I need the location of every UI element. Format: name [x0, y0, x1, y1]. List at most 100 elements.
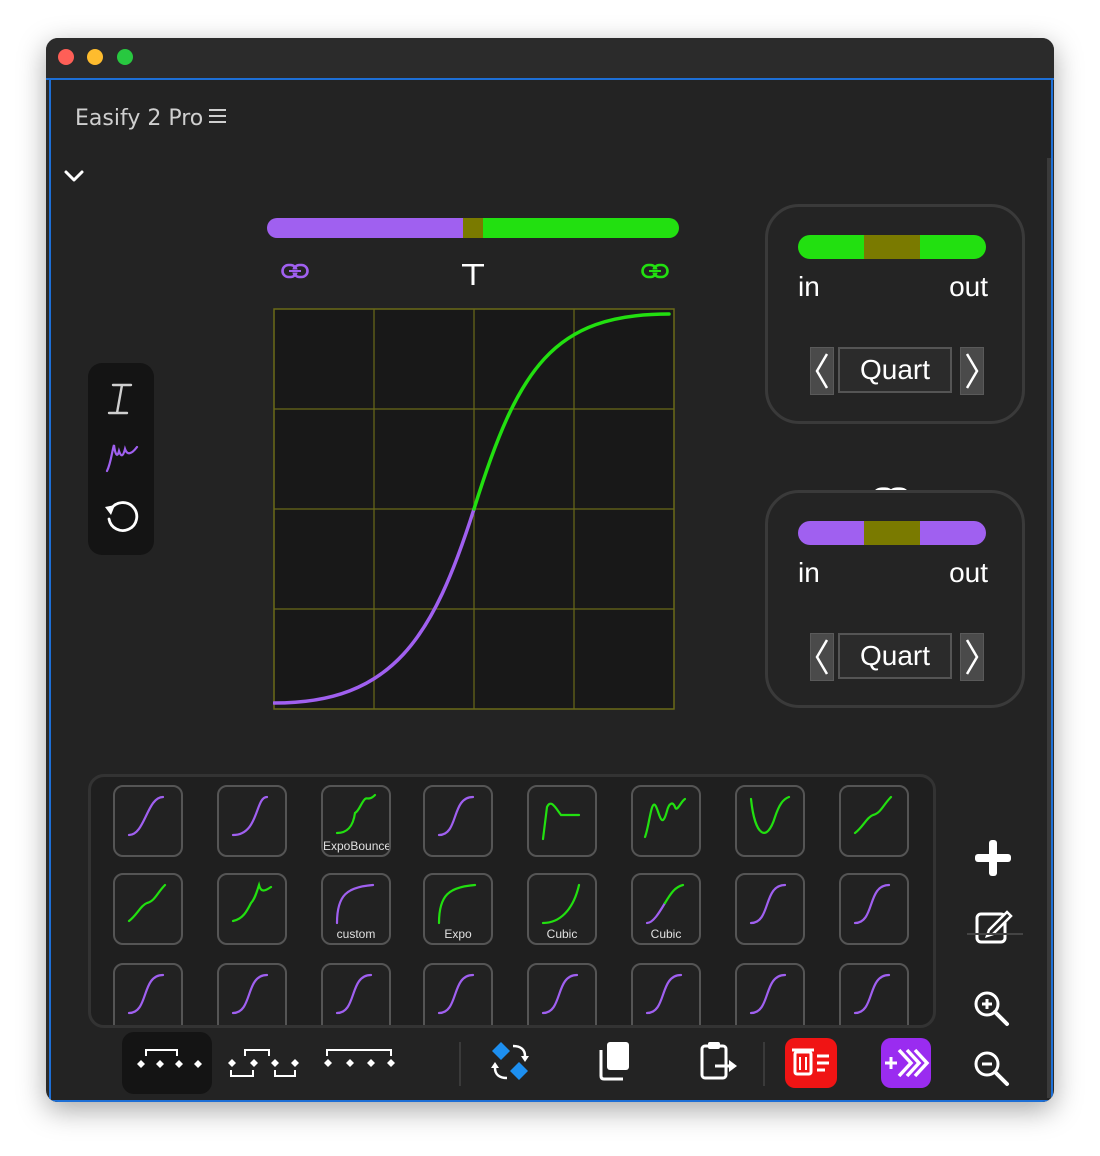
preset-tile[interactable] — [631, 963, 701, 1025]
chevron-down-icon[interactable] — [63, 168, 85, 189]
keyframe-mode-ends-button[interactable] — [319, 1032, 399, 1094]
preset-curve-icon — [749, 973, 787, 1015]
preset-grid: ExpoBounce custom Expo Cubic Cubic — [88, 774, 936, 1028]
preset-tile[interactable] — [735, 785, 805, 857]
next-ease-button[interactable] — [960, 633, 984, 681]
preset-curve-icon — [853, 973, 891, 1015]
paste-icon[interactable] — [693, 1032, 743, 1094]
keyframe-mode-pairs-button[interactable] — [223, 1032, 303, 1094]
in-label: in — [798, 271, 820, 302]
preset-tile[interactable] — [839, 963, 909, 1025]
prev-ease-button[interactable] — [810, 347, 834, 395]
preset-curve-icon — [645, 973, 683, 1015]
preset-label: Expo — [444, 927, 472, 941]
preset-tile[interactable]: ExpoBounce — [321, 785, 391, 857]
toolbar-divider — [459, 1042, 461, 1086]
preset-curve-icon — [127, 973, 165, 1015]
preset-curve-icon — [749, 795, 791, 834]
ease-out-handle[interactable] — [864, 235, 920, 259]
preset-curve-icon — [437, 795, 475, 837]
influence-in-segment — [267, 218, 463, 238]
preset-curve-icon — [231, 795, 269, 837]
preset-tile[interactable] — [839, 873, 909, 945]
preset-tile[interactable] — [735, 963, 805, 1025]
link-icon[interactable] — [281, 263, 309, 284]
preset-tile[interactable] — [527, 963, 597, 1025]
preset-label: Cubic — [650, 927, 682, 941]
swap-keyframes-icon[interactable] — [487, 1032, 537, 1094]
scrollbar[interactable] — [1047, 158, 1051, 1098]
preset-curve-icon — [127, 883, 167, 923]
ease-out-panel: in out Quart — [765, 204, 1025, 424]
preset-curve-icon — [231, 881, 273, 923]
preset-tile[interactable] — [217, 785, 287, 857]
app-window: Easify 2 Pro in out Quart in out Quart E… — [46, 38, 1054, 1102]
curve-graph[interactable] — [272, 308, 675, 715]
next-ease-button[interactable] — [960, 347, 984, 395]
influence-out-segment — [483, 218, 679, 238]
panel-title: Easify 2 Pro — [75, 106, 204, 131]
preset-label: ExpoBounce — [323, 839, 389, 853]
preset-tile[interactable] — [113, 785, 183, 857]
preset-tile[interactable] — [217, 963, 287, 1025]
preset-curve-icon — [643, 797, 687, 839]
delete-icon[interactable] — [785, 1038, 837, 1088]
in-label: in — [798, 557, 820, 588]
influence-handle[interactable] — [463, 218, 483, 238]
minimize-window-button[interactable] — [87, 49, 103, 65]
hamburger-icon[interactable] — [209, 108, 227, 129]
apply-icon[interactable] — [881, 1038, 931, 1088]
preset-tile[interactable] — [113, 873, 183, 945]
reset-icon[interactable] — [101, 495, 141, 540]
preset-tile[interactable] — [423, 963, 493, 1025]
curve-draw-icon[interactable] — [101, 435, 141, 480]
plus-icon[interactable] — [971, 836, 1015, 885]
zoom-window-button[interactable] — [117, 49, 133, 65]
preset-curve-icon — [541, 973, 579, 1015]
link-icon[interactable] — [641, 263, 669, 284]
text-cursor-icon[interactable] — [101, 379, 141, 424]
easify-panel: Easify 2 Pro in out Quart in out Quart E… — [49, 80, 1053, 1102]
side-divider — [967, 933, 1023, 935]
preset-curve-icon — [541, 802, 581, 841]
preset-tile[interactable] — [735, 873, 805, 945]
ease-in-panel: in out Quart — [765, 490, 1025, 708]
preset-tile[interactable] — [631, 785, 701, 857]
ease-type-select[interactable]: Quart — [838, 633, 952, 679]
preset-tile[interactable]: Cubic — [631, 873, 701, 945]
preset-tile[interactable] — [527, 785, 597, 857]
preset-tile[interactable] — [217, 873, 287, 945]
align-top-icon[interactable] — [461, 262, 485, 291]
preset-curve-icon — [335, 973, 373, 1015]
title-bar — [46, 38, 1054, 80]
out-label: out — [949, 271, 988, 302]
toolbar-divider — [763, 1042, 765, 1086]
ease-in-handle[interactable] — [864, 521, 920, 545]
ease-in-bar[interactable] — [798, 521, 986, 545]
prev-ease-button[interactable] — [810, 633, 834, 681]
tool-palette — [88, 363, 154, 555]
preset-label: custom — [336, 927, 376, 941]
preset-tile[interactable]: Expo — [423, 873, 493, 945]
preset-tile[interactable] — [839, 785, 909, 857]
keyframe-mode-all-button[interactable] — [122, 1032, 212, 1094]
copy-icon[interactable] — [591, 1032, 641, 1094]
preset-tile[interactable] — [321, 963, 391, 1025]
preset-label: Cubic — [546, 927, 578, 941]
ease-type-select[interactable]: Quart — [838, 347, 952, 393]
preset-tile[interactable]: custom — [321, 873, 391, 945]
bottom-toolbar — [51, 1026, 1051, 1100]
preset-tile[interactable] — [113, 963, 183, 1025]
preset-curve-icon — [749, 883, 787, 925]
preset-curve-icon — [437, 973, 475, 1015]
ease-out-bar[interactable] — [798, 235, 986, 259]
close-window-button[interactable] — [58, 49, 74, 65]
out-label: out — [949, 557, 988, 588]
preset-curve-icon — [853, 795, 893, 835]
influence-slider[interactable] — [267, 218, 679, 238]
preset-tile[interactable]: Cubic — [527, 873, 597, 945]
edit-icon[interactable] — [971, 904, 1015, 953]
preset-curve-icon — [127, 795, 165, 837]
preset-curve-icon — [231, 973, 269, 1015]
preset-tile[interactable] — [423, 785, 493, 857]
